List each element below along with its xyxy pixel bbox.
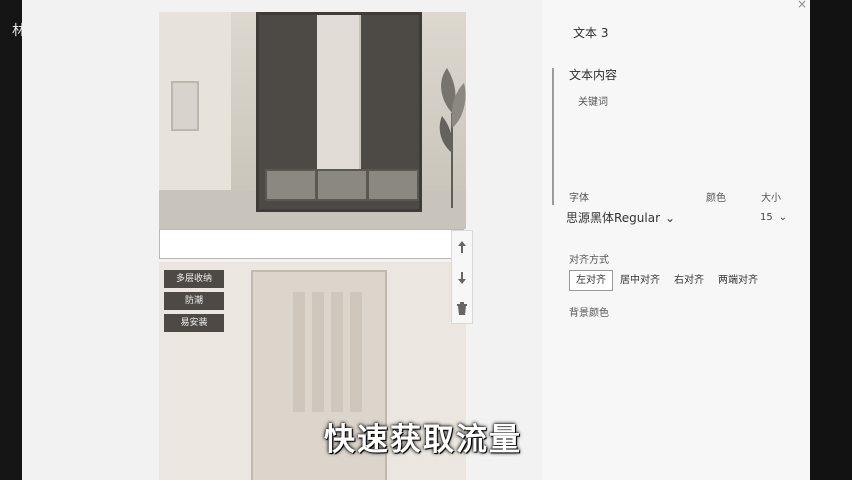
alignment-label: 对齐方式 bbox=[569, 255, 609, 266]
close-icon[interactable]: × bbox=[794, 0, 810, 12]
font-size-select[interactable]: 15 ⌄ bbox=[760, 206, 800, 230]
up-arrow-icon[interactable] bbox=[452, 231, 472, 262]
background-color-label: 背景颜色 bbox=[569, 308, 609, 319]
wardrobe-door bbox=[317, 15, 361, 185]
align-left-button[interactable]: 左对齐 bbox=[569, 270, 613, 291]
feature-tag: 防潮 bbox=[164, 292, 224, 310]
text-content-value[interactable]: 关键词 bbox=[578, 93, 608, 108]
video-caption: 快速获取流量 bbox=[324, 422, 522, 458]
panel-title: 文本 3 bbox=[573, 26, 609, 40]
image-lamp bbox=[171, 81, 199, 131]
drawer bbox=[367, 169, 419, 201]
trash-icon[interactable] bbox=[452, 293, 472, 324]
product-image-top[interactable] bbox=[159, 12, 466, 229]
text-input-box[interactable] bbox=[159, 229, 464, 259]
size-label: 大小 bbox=[761, 193, 781, 204]
align-right-button[interactable]: 右对齐 bbox=[667, 270, 711, 291]
font-size-value: 15 bbox=[760, 212, 773, 223]
feature-tag: 易安装 bbox=[164, 314, 224, 332]
hanging-garment bbox=[350, 292, 362, 412]
alignment-button-group: 左对齐 居中对齐 右对齐 两端对齐 bbox=[569, 270, 765, 291]
font-label: 字体 bbox=[569, 193, 589, 204]
hanging-garment bbox=[312, 292, 324, 412]
drawer bbox=[316, 169, 368, 201]
chevron-down-icon: ⌄ bbox=[665, 211, 676, 225]
layer-tool-stack bbox=[451, 230, 473, 324]
font-family-value: 思源黑体Regular bbox=[566, 211, 661, 225]
align-justify-button[interactable]: 两端对齐 bbox=[711, 270, 765, 291]
window-edge bbox=[810, 0, 852, 480]
drawer bbox=[265, 169, 317, 201]
content-section-title: 文本内容 bbox=[569, 68, 618, 82]
feature-tag: 多层收纳 bbox=[164, 270, 224, 288]
plant-icon bbox=[439, 68, 466, 208]
hanging-garment bbox=[293, 292, 305, 412]
chevron-down-icon: ⌄ bbox=[778, 212, 788, 223]
wardrobe-product bbox=[256, 12, 422, 212]
down-arrow-icon[interactable] bbox=[452, 262, 472, 293]
hanging-garment bbox=[331, 292, 343, 412]
align-center-button[interactable]: 居中对齐 bbox=[613, 270, 667, 291]
font-family-select[interactable]: 思源黑体Regular ⌄ bbox=[566, 206, 691, 230]
vertical-divider bbox=[552, 68, 554, 205]
color-label: 颜色 bbox=[706, 193, 726, 204]
